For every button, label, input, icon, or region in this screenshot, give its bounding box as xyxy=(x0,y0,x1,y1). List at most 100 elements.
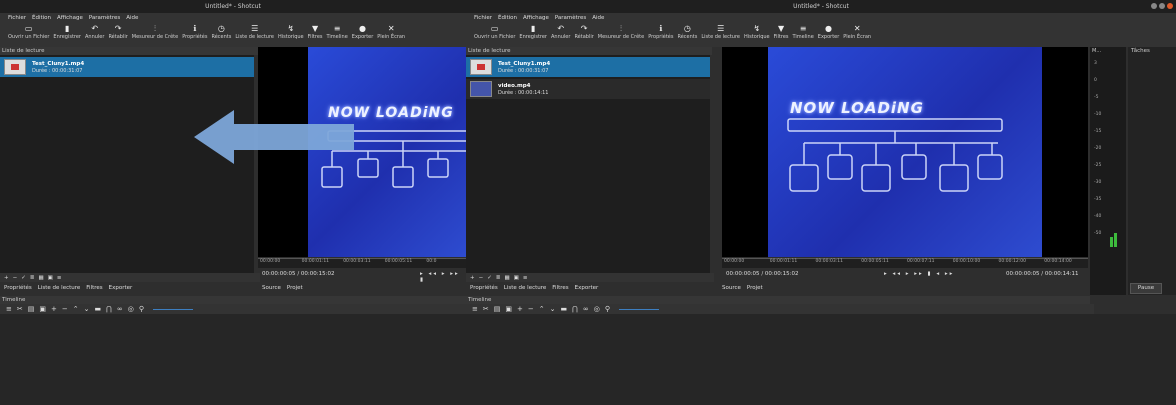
ouvrir-un-fichier-button[interactable]: ▭ Ouvrir un Fichier xyxy=(474,23,515,40)
source-tab[interactable]: Source xyxy=(262,285,281,291)
add-icon[interactable]: + xyxy=(51,305,57,313)
dock-tab[interactable]: Exporter xyxy=(109,285,133,291)
lower-icon[interactable]: ⌄ xyxy=(550,305,556,313)
enregistrer-button[interactable]: ▮ Enregistrer xyxy=(53,23,81,40)
overwrite-icon[interactable]: ▣ xyxy=(505,305,512,313)
add-icon[interactable]: + xyxy=(470,275,475,281)
video-viewer[interactable]: NOW LOADiNG xyxy=(722,47,1088,257)
dock-tab[interactable]: Propriétés xyxy=(470,285,498,291)
menu-item[interactable]: Paramètres xyxy=(89,15,120,21)
cut-icon[interactable]: ✂ xyxy=(17,305,23,313)
dock-tab[interactable]: Exporter xyxy=(575,285,599,291)
menu-item[interactable]: Paramètres xyxy=(555,15,586,21)
liste-de-lecture-button[interactable]: ☰ Liste de lecture xyxy=(235,23,274,40)
source-tab[interactable]: Projet xyxy=(747,285,763,291)
snap-icon[interactable]: ⋂ xyxy=(106,305,112,313)
scrub-icon[interactable]: ∞ xyxy=(117,305,123,313)
exporter-button[interactable]: ● Exporter xyxy=(818,23,840,40)
remove-icon[interactable]: − xyxy=(13,275,18,281)
r-tablir-button[interactable]: ↷ Rétablir xyxy=(574,23,593,40)
check-icon[interactable]: ✓ xyxy=(21,275,26,281)
propri-t-s-button[interactable]: ℹ Propriétés xyxy=(182,23,207,40)
dock-tab[interactable]: Filtres xyxy=(552,285,568,291)
snap-icon[interactable]: ⋂ xyxy=(572,305,578,313)
out-timecode[interactable]: 00:00:00:05 / 00:00:14:11 xyxy=(1006,271,1078,277)
menu-icon[interactable]: ≡ xyxy=(6,305,12,313)
menu-item[interactable]: Fichier xyxy=(474,15,492,21)
viewer-ruler[interactable]: 00:00:00 00:00:01:11 00:00:03:11 00:00:05:1… xyxy=(258,258,466,268)
source-tab[interactable]: Source xyxy=(722,285,741,291)
r-cents-button[interactable]: ◷ Récents xyxy=(677,23,697,40)
cut-icon[interactable]: ✂ xyxy=(483,305,489,313)
zoom-out-icon[interactable]: ⚲ xyxy=(605,305,610,313)
timeline-area[interactable] xyxy=(0,314,466,405)
add-icon[interactable]: + xyxy=(4,275,9,281)
lift-icon[interactable]: ⌃ xyxy=(73,305,79,313)
grid-icon[interactable]: ▦ xyxy=(504,275,509,281)
list-icon[interactable]: ≣ xyxy=(496,275,501,281)
r-tablir-button[interactable]: ↷ Rétablir xyxy=(108,23,127,40)
zoom-out-icon[interactable]: ⚲ xyxy=(139,305,144,313)
tile-icon[interactable]: ▣ xyxy=(48,275,53,281)
menu-icon[interactable]: ≡ xyxy=(523,275,528,281)
paste-icon[interactable]: ▤ xyxy=(494,305,501,313)
menu-item[interactable]: Affichage xyxy=(57,15,83,21)
tile-icon[interactable]: ▣ xyxy=(514,275,519,281)
maximize-button[interactable] xyxy=(1159,3,1165,9)
filtres-button[interactable]: ▼ Filtres xyxy=(774,23,789,40)
menu-item[interactable]: Édition xyxy=(32,15,51,21)
menu-item[interactable]: Aide xyxy=(126,15,138,21)
list-icon[interactable]: ≣ xyxy=(30,275,35,281)
dock-tab[interactable]: Liste de lecture xyxy=(504,285,546,291)
check-icon[interactable]: ✓ xyxy=(487,275,492,281)
menu-icon[interactable]: ≡ xyxy=(472,305,478,313)
filtres-button[interactable]: ▼ Filtres xyxy=(308,23,323,40)
menu-icon[interactable]: ≡ xyxy=(57,275,62,281)
overwrite-icon[interactable]: ▣ xyxy=(39,305,46,313)
viewer-ruler[interactable]: 00:00:00 00:00:01:11 00:00:03:11 00:00:05:1… xyxy=(722,258,1088,268)
mesureur-de-cr-te-button[interactable]: ⫶ Mesureur de Crête xyxy=(598,23,644,40)
annuler-button[interactable]: ↶ Annuler xyxy=(85,23,104,40)
enregistrer-button[interactable]: ▮ Enregistrer xyxy=(519,23,547,40)
split-icon[interactable]: ▬ xyxy=(95,305,102,313)
r-cents-button[interactable]: ◷ Récents xyxy=(211,23,231,40)
playlist-item[interactable]: Test_Cluny1.mp4 Durée : 00:00:31:07 xyxy=(0,57,254,77)
timeline-area[interactable] xyxy=(466,314,1176,405)
lift-icon[interactable]: ⌃ xyxy=(539,305,545,313)
historique-button[interactable]: ↯ Historique xyxy=(744,23,770,40)
historique-button[interactable]: ↯ Historique xyxy=(278,23,304,40)
liste-de-lecture-button[interactable]: ☰ Liste de lecture xyxy=(701,23,740,40)
transport-controls[interactable]: ▸ ◂◂ ▸ ▸▸ ▮ ◂ ▸▸ xyxy=(884,271,954,277)
ripple-icon[interactable]: ◎ xyxy=(594,305,600,313)
remove-icon[interactable]: − xyxy=(62,305,68,313)
remove-icon[interactable]: − xyxy=(479,275,484,281)
add-icon[interactable]: + xyxy=(517,305,523,313)
minimize-button[interactable] xyxy=(1151,3,1157,9)
exporter-button[interactable]: ● Exporter xyxy=(352,23,374,40)
mesureur-de-cr-te-button[interactable]: ⫶ Mesureur de Crête xyxy=(132,23,178,40)
menu-item[interactable]: Affichage xyxy=(523,15,549,21)
zoom-slider[interactable] xyxy=(618,308,659,310)
plein-cran-button[interactable]: ✕ Plein Écran xyxy=(377,23,405,40)
ripple-icon[interactable]: ◎ xyxy=(128,305,134,313)
annuler-button[interactable]: ↶ Annuler xyxy=(551,23,570,40)
split-icon[interactable]: ▬ xyxy=(561,305,568,313)
menu-item[interactable]: Fichier xyxy=(8,15,26,21)
ouvrir-un-fichier-button[interactable]: ▭ Ouvrir un Fichier xyxy=(8,23,49,40)
dock-tab[interactable]: Propriétés xyxy=(4,285,32,291)
source-tab[interactable]: Projet xyxy=(287,285,303,291)
dock-tab[interactable]: Filtres xyxy=(86,285,102,291)
plein-cran-button[interactable]: ✕ Plein Écran xyxy=(843,23,871,40)
timeline-button[interactable]: ≡ Timeline xyxy=(327,23,348,40)
paste-icon[interactable]: ▤ xyxy=(28,305,35,313)
lower-icon[interactable]: ⌄ xyxy=(84,305,90,313)
playlist-item[interactable]: video.mp4 Durée : 00:00:14:11 xyxy=(466,79,710,99)
transport-controls[interactable]: ▸ ◂◂ ▸ ▸▸ ▮ xyxy=(420,271,466,283)
scrub-icon[interactable]: ∞ xyxy=(583,305,589,313)
dock-tab[interactable]: Liste de lecture xyxy=(38,285,80,291)
playlist-item[interactable]: Test_Cluny1.mp4 Durée : 00:00:31:07 xyxy=(466,57,710,77)
timecode-position[interactable]: 00:00:00:05 / 00:00:15:02 xyxy=(726,271,798,277)
timeline-button[interactable]: ≡ Timeline xyxy=(793,23,814,40)
menu-item[interactable]: Édition xyxy=(498,15,517,21)
propri-t-s-button[interactable]: ℹ Propriétés xyxy=(648,23,673,40)
